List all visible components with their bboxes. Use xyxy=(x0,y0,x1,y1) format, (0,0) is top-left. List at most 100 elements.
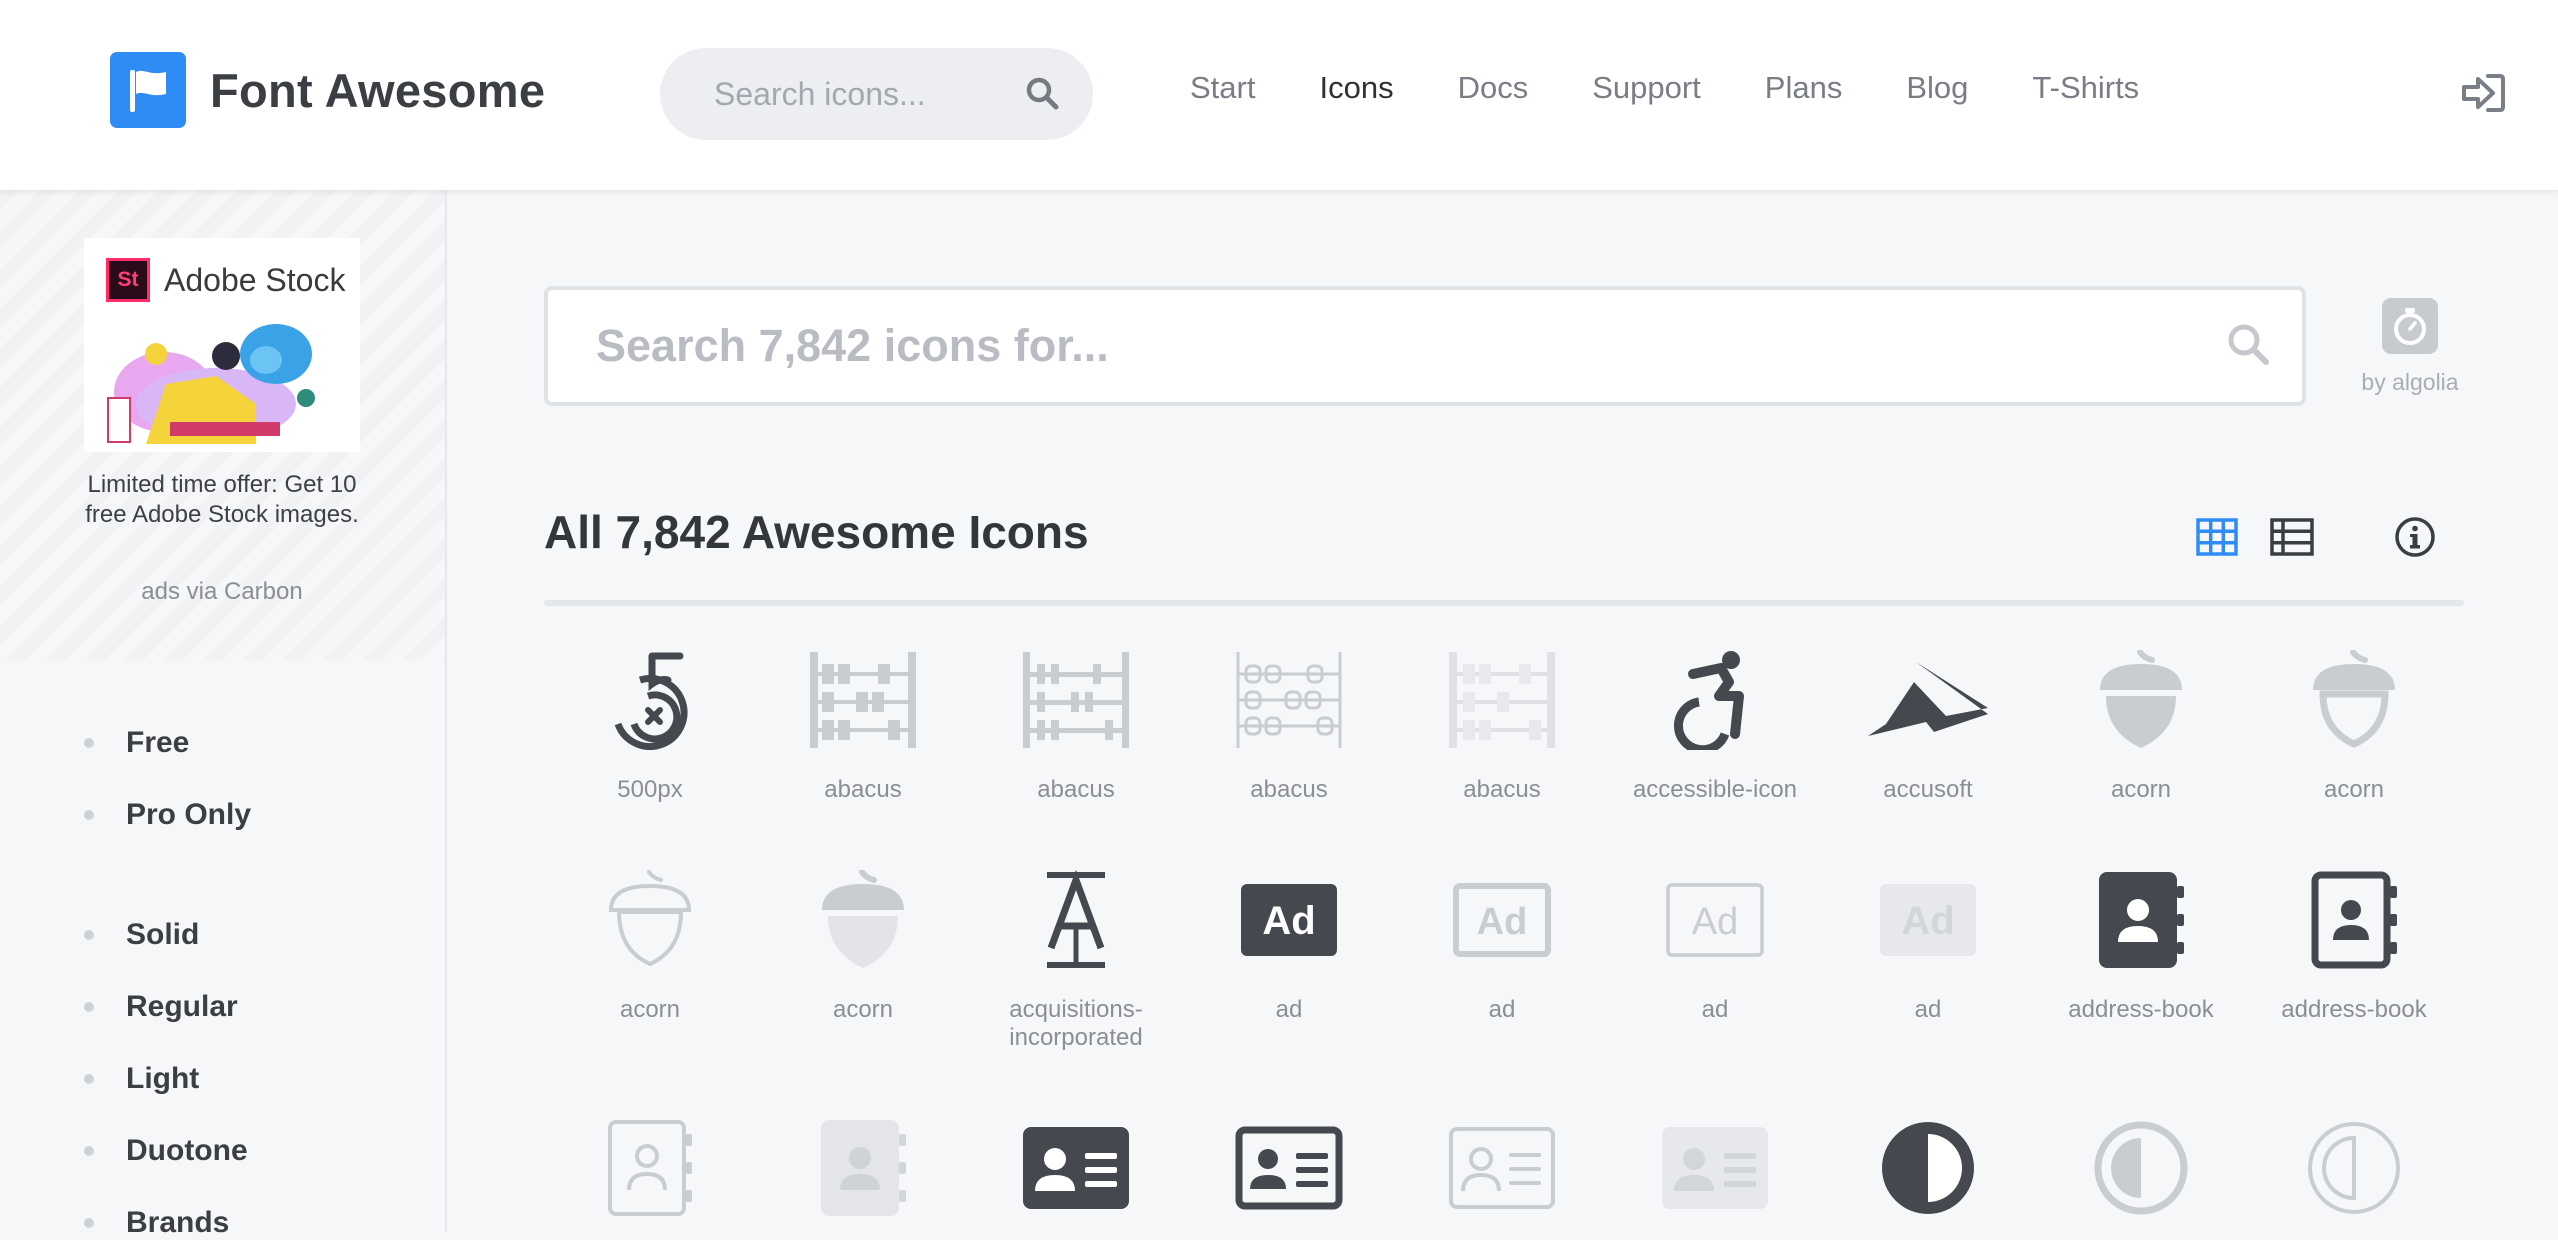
icon-card[interactable]: abacus xyxy=(1402,648,1602,804)
nav-plans[interactable]: Plans xyxy=(1765,70,1843,106)
icon-card[interactable]: Ad ad xyxy=(1828,868,2028,1024)
carbon-ad: St Adobe Stock Limited time offer: Get 1… xyxy=(0,190,445,660)
filter-pro-only[interactable]: Pro Only xyxy=(84,798,251,832)
nav-docs[interactable]: Docs xyxy=(1458,70,1529,106)
nav-t-shirts[interactable]: T-Shirts xyxy=(2032,70,2139,106)
sidebar: St Adobe Stock Limited time offer: Get 1… xyxy=(0,190,447,1239)
icon-search-input[interactable] xyxy=(594,319,2098,373)
icon-card[interactable] xyxy=(1402,1116,1602,1220)
icon-label: acorn xyxy=(2110,776,2172,803)
address-card-solid-icon xyxy=(976,1116,1176,1220)
filter-label: Solid xyxy=(126,918,200,951)
acorn-regular-icon xyxy=(2254,648,2454,752)
icon-card[interactable]: acquisitions-incorporated xyxy=(976,868,1176,1052)
icon-card[interactable]: abacus xyxy=(976,648,1176,804)
top-header: Font Awesome Start Icons Docs Support Pl… xyxy=(0,0,2558,190)
icon-label: acorn xyxy=(832,996,894,1023)
nav-icons[interactable]: Icons xyxy=(1319,70,1393,106)
acorn-light-icon xyxy=(550,868,750,972)
nav-start[interactable]: Start xyxy=(1190,70,1255,106)
ad-duotone-icon: Ad xyxy=(1828,868,2028,972)
filter-regular[interactable]: Regular xyxy=(84,990,238,1024)
acorn-duotone-icon xyxy=(763,868,963,972)
icon-card[interactable]: acorn xyxy=(763,868,963,1024)
accusoft-icon xyxy=(1828,648,2028,752)
icon-label: acorn xyxy=(619,996,681,1023)
icon-card[interactable]: accusoft xyxy=(1828,648,2028,804)
icon-label: abacus xyxy=(824,776,902,803)
ads-via-carbon-link[interactable]: ads via Carbon xyxy=(84,578,360,606)
grid-view-icon[interactable] xyxy=(2196,518,2238,561)
svg-text:Ad: Ad xyxy=(1477,901,1528,943)
icon-card[interactable] xyxy=(763,1116,963,1220)
ad-brand-row: St Adobe Stock xyxy=(106,258,345,302)
search-icon[interactable] xyxy=(1025,76,1061,117)
brand-name: Font Awesome xyxy=(210,63,546,117)
ad-card[interactable]: St Adobe Stock xyxy=(84,238,360,452)
filter-label: Light xyxy=(126,1062,200,1095)
icon-card[interactable]: abacus xyxy=(763,648,963,804)
icon-search-box[interactable] xyxy=(544,286,2306,406)
icon-card[interactable]: Ad ad xyxy=(1615,868,1815,1024)
icon-label: 500px xyxy=(617,776,683,803)
address-card-duotone-icon xyxy=(1615,1116,1815,1220)
svg-text:Ad: Ad xyxy=(1901,899,1954,943)
icon-label: acorn xyxy=(2323,776,2385,803)
icon-card[interactable]: accessible-icon xyxy=(1615,648,1815,804)
adjust-regular-icon xyxy=(2041,1116,2241,1220)
acquisitions-incorporated-icon xyxy=(976,868,1176,972)
filter-label: Regular xyxy=(126,990,238,1023)
ad-illustration-image xyxy=(106,314,338,449)
bullet-icon xyxy=(84,810,94,820)
filter-brands[interactable]: Brands xyxy=(84,1206,229,1240)
icon-card[interactable]: acorn xyxy=(2254,648,2454,804)
nav-support[interactable]: Support xyxy=(1592,70,1701,106)
icon-label: ad xyxy=(1275,996,1303,1023)
icon-card[interactable]: acorn xyxy=(2041,648,2241,804)
ad-text[interactable]: Limited time offer: Get 10 free Adobe St… xyxy=(84,470,360,530)
icon-card[interactable]: address-book xyxy=(2041,868,2241,1024)
icon-card[interactable] xyxy=(2041,1116,2241,1220)
header-search[interactable] xyxy=(660,48,1093,140)
icon-label: address-book xyxy=(2281,996,2427,1023)
icon-card[interactable]: acorn xyxy=(550,868,750,1024)
section-divider xyxy=(544,600,2464,606)
filter-label: Brands xyxy=(126,1206,230,1239)
icon-label: ad xyxy=(1701,996,1729,1023)
icon-card[interactable]: address-book xyxy=(2254,868,2454,1024)
accessible-icon xyxy=(1615,648,1815,752)
icon-card[interactable] xyxy=(1189,1116,1389,1220)
nav-blog[interactable]: Blog xyxy=(1906,70,1968,106)
icon-card[interactable] xyxy=(550,1116,750,1220)
icon-card[interactable]: 500px xyxy=(550,648,750,804)
view-controls xyxy=(2196,516,2436,563)
icon-card[interactable] xyxy=(2254,1116,2454,1220)
filter-solid[interactable]: Solid xyxy=(84,918,199,952)
filter-label: Free xyxy=(126,726,190,759)
brand[interactable]: Font Awesome xyxy=(110,52,545,128)
icon-label: accusoft xyxy=(1883,776,1973,803)
search-icon[interactable] xyxy=(2226,322,2272,373)
filter-light[interactable]: Light xyxy=(84,1062,199,1096)
icon-label: ad xyxy=(1914,996,1942,1023)
icon-card[interactable] xyxy=(1615,1116,1815,1220)
filter-duotone[interactable]: Duotone xyxy=(84,1134,248,1168)
icon-card[interactable] xyxy=(1828,1116,2028,1220)
header-search-input[interactable] xyxy=(712,74,1016,114)
icon-card[interactable]: abacus xyxy=(1189,648,1389,804)
icon-card[interactable]: Ad ad xyxy=(1402,868,1602,1024)
list-view-icon[interactable] xyxy=(2270,518,2314,561)
icon-card[interactable]: Ad ad xyxy=(1189,868,1389,1024)
filter-free[interactable]: Free xyxy=(84,726,189,760)
flag-logo-icon xyxy=(110,52,186,128)
info-circle-icon[interactable] xyxy=(2394,516,2436,563)
algolia-label: by algolia xyxy=(2361,369,2459,395)
algolia-badge[interactable]: by algolia xyxy=(2350,298,2470,396)
sign-in-icon[interactable] xyxy=(2460,72,2506,119)
abacus-light-icon xyxy=(1189,648,1389,752)
icon-card[interactable] xyxy=(976,1116,1176,1220)
svg-text:Ad: Ad xyxy=(1262,899,1315,943)
bullet-icon xyxy=(84,738,94,748)
bullet-icon xyxy=(84,1218,94,1228)
filter-label: Duotone xyxy=(126,1134,248,1167)
